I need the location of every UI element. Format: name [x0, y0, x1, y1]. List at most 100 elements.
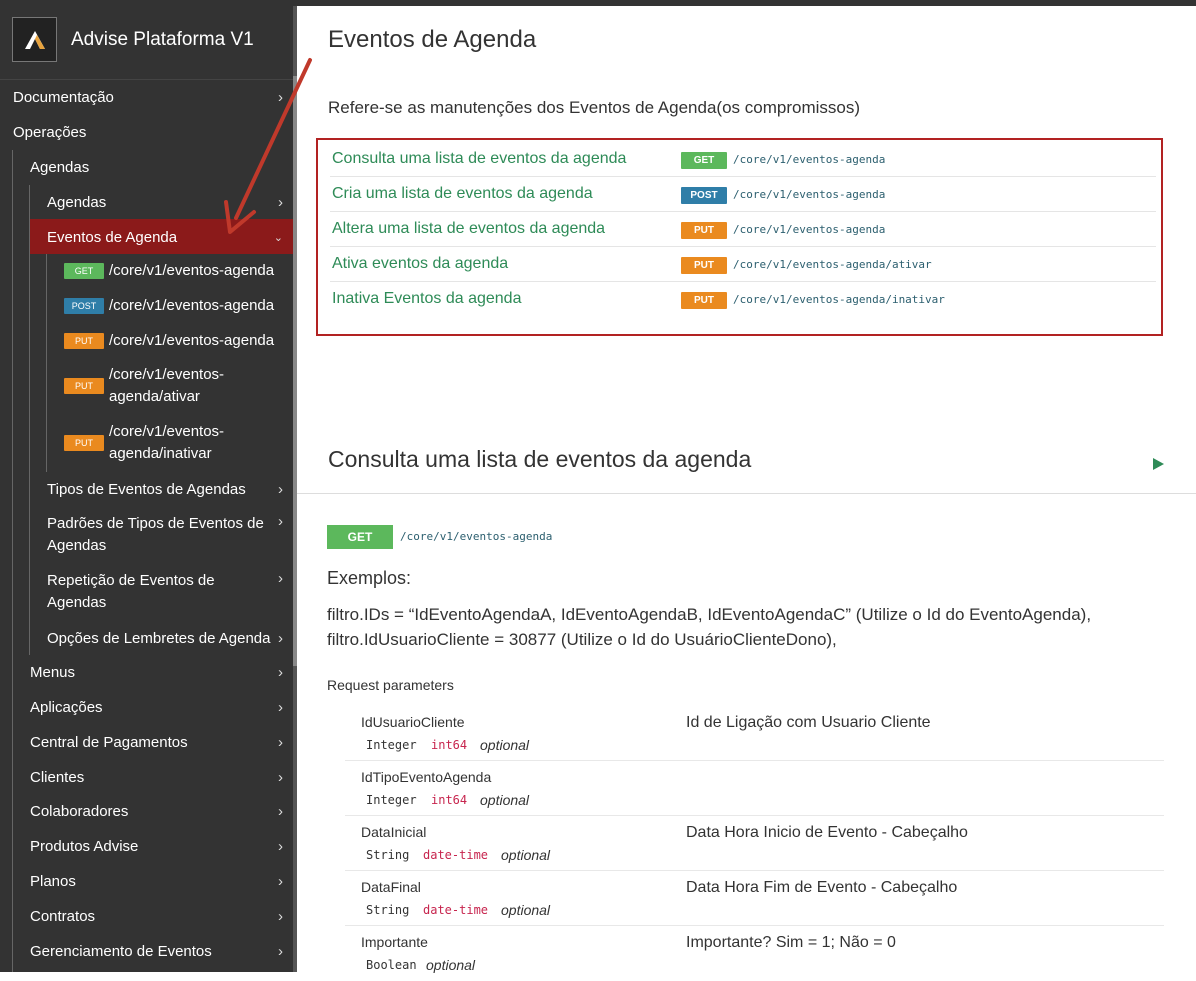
endpoint-path: /core/v1/eventos-agenda/inativar: [733, 293, 945, 306]
sidebar-item-produtos-advise[interactable]: Produtos Advise ›: [30, 835, 293, 857]
chevron-right-icon: ›: [278, 907, 283, 925]
sidebar-item-central-pagamentos[interactable]: Central de Pagamentos ›: [30, 731, 293, 753]
param-name: Importante: [361, 934, 428, 950]
param-name: DataInicial: [361, 824, 427, 840]
sidebar-item-label: Central de Pagamentos: [30, 733, 188, 751]
endpoint-path: /core/v1/eventos-agenda: [733, 153, 886, 166]
endpoint-link[interactable]: Inativa Eventos da agenda: [332, 290, 521, 308]
param-description: Id de Ligação com Usuario Cliente: [686, 714, 931, 731]
method-badge: PUT: [681, 292, 727, 309]
param-type: String: [366, 903, 410, 917]
chevron-right-icon: ›: [278, 733, 283, 751]
param-row: Importante Boolean optional Importante? …: [345, 926, 1164, 981]
endpoint-path: /core/v1/eventos-agenda/inativar: [109, 423, 225, 462]
endpoint-row[interactable]: Consulta uma lista de eventos da agenda …: [330, 142, 1156, 177]
chevron-right-icon: ›: [278, 663, 283, 681]
sidebar-item-repeticao[interactable]: Repetição de Eventos de Agendas ›: [47, 570, 293, 614]
endpoint-row[interactable]: Altera uma lista de eventos da agenda PU…: [330, 212, 1156, 247]
param-row: IdTipoEventoAgenda Integer int64 optiona…: [345, 761, 1164, 816]
tree-line: [12, 150, 13, 972]
example-line: filtro.IdUsuarioCliente = 30877 (Utilize…: [327, 630, 837, 649]
endpoint-link[interactable]: Ativa eventos da agenda: [332, 255, 508, 273]
examples-text: filtro.IDs = “IdEventoAgendaA, IdEventoA…: [327, 602, 1187, 652]
endpoint-link[interactable]: Cria uma lista de eventos da agenda: [332, 185, 593, 203]
sidebar-item-clientes[interactable]: Clientes ›: [30, 766, 293, 788]
sidebar-item-aplicacoes[interactable]: Aplicações ›: [30, 696, 293, 718]
param-description: Data Hora Inicio de Evento - Cabeçalho: [686, 824, 968, 841]
sidebar-item-documentacao[interactable]: Documentação ›: [13, 86, 293, 108]
sidebar-item-label: Opções de Lembretes de Agenda: [47, 629, 271, 647]
endpoint-path: /core/v1/eventos-agenda: [109, 332, 275, 349]
sidebar-item-label: Colaboradores: [30, 802, 129, 820]
sidebar-item-planos[interactable]: Planos ›: [30, 870, 293, 892]
sidebar-item-label: Documentação: [13, 88, 114, 106]
sidebar-item-padroes-tipos[interactable]: Padrões de Tipos de Eventos de Agendas ›: [47, 513, 293, 557]
endpoint-link[interactable]: Altera uma lista de eventos da agenda: [332, 220, 605, 238]
sidebar-item-opcoes-lembretes[interactable]: Opções de Lembretes de Agenda ›: [47, 627, 293, 649]
tree-line: [29, 185, 30, 655]
sidebar-item-menus[interactable]: Menus ›: [30, 661, 293, 683]
method-badge: POST: [64, 298, 104, 314]
param-row: DataInicial String date-time optional Da…: [345, 816, 1164, 871]
play-icon[interactable]: [1153, 458, 1164, 470]
sidebar-item-agendas[interactable]: Agendas ›: [47, 191, 293, 213]
method-badge: GET: [64, 263, 104, 279]
endpoint-path: /core/v1/eventos-agenda: [733, 188, 886, 201]
method-badge: POST: [681, 187, 727, 204]
param-description: Importante? Sim = 1; Não = 0: [686, 934, 896, 951]
param-optional: optional: [480, 737, 530, 753]
app-title: Advise Plataforma V1: [71, 28, 254, 50]
section-title: Consulta uma lista de eventos da agenda: [328, 446, 752, 472]
sidebar-item-label: Agendas: [47, 193, 107, 211]
method-badge: PUT: [681, 222, 727, 239]
param-optional: optional: [480, 792, 530, 808]
param-optional: optional: [501, 902, 551, 918]
endpoint-row[interactable]: Cria uma lista de eventos da agenda POST…: [330, 177, 1156, 212]
chevron-right-icon: ›: [278, 88, 283, 106]
param-type: Integer: [366, 738, 417, 752]
advise-logo-icon: [12, 17, 57, 62]
endpoint-path: /core/v1/eventos-agenda/ativar: [109, 366, 225, 405]
sidebar-item-label: Tipos de Eventos de Agendas: [47, 480, 246, 498]
page-description: Refere-se as manutenções dos Eventos de …: [328, 98, 860, 117]
sidebar-item-label: Produtos Advise: [30, 837, 139, 855]
sidebar-item-gerenciamento-eventos[interactable]: Gerenciamento de Eventos ›: [30, 940, 293, 962]
endpoint-path: /core/v1/eventos-agenda: [109, 297, 275, 314]
param-type: Integer: [366, 793, 417, 807]
chevron-right-icon: ›: [278, 193, 283, 211]
sidebar-item-contratos[interactable]: Contratos ›: [30, 905, 293, 927]
page-title: Eventos de Agenda: [328, 26, 537, 53]
param-format: int64: [431, 738, 468, 752]
method-badge: PUT: [64, 333, 104, 349]
sidebar-item-operacoes[interactable]: Operações: [13, 121, 293, 143]
method-badge: PUT: [64, 435, 104, 451]
endpoint-path: /core/v1/eventos-agenda/ativar: [733, 258, 932, 271]
sidebar-item-label: Planos: [30, 872, 76, 890]
sidebar-item-label: Aplicações: [30, 698, 103, 716]
sidebar-item-label: Contratos: [30, 907, 96, 925]
method-badge-get: GET: [327, 525, 393, 549]
endpoint-link[interactable]: Consulta uma lista de eventos da agenda: [332, 150, 626, 168]
endpoint-row[interactable]: Ativa eventos da agenda PUT /core/v1/eve…: [330, 247, 1156, 282]
param-type: Boolean: [366, 958, 417, 972]
sidebar-item-agendas-group[interactable]: Agendas: [30, 156, 293, 178]
sidebar-item-label: Gerenciamento de Eventos: [30, 942, 212, 960]
sidebar-item-colaboradores[interactable]: Colaboradores ›: [30, 800, 293, 822]
chevron-right-icon: ›: [278, 629, 283, 647]
examples-label: Exemplos:: [327, 568, 412, 588]
sidebar-item-eventos-de-agenda[interactable]: Eventos de Agenda ⌄: [47, 226, 293, 248]
endpoint-path: /core/v1/eventos-agenda: [400, 530, 553, 543]
endpoint-path: /core/v1/eventos-agenda: [109, 262, 275, 279]
method-badge: GET: [681, 152, 727, 169]
chevron-right-icon: ›: [278, 480, 283, 498]
brand[interactable]: Advise Plataforma V1: [0, 0, 297, 80]
sidebar-item-label: Padrões de Tipos de Eventos de Agendas: [47, 515, 264, 554]
chevron-down-icon: ⌄: [273, 231, 283, 244]
tree-line: [46, 254, 47, 472]
endpoint-row[interactable]: Inativa Eventos da agenda PUT /core/v1/e…: [330, 282, 1156, 317]
endpoint-path: /core/v1/eventos-agenda: [733, 223, 886, 236]
sidebar-item-tipos-eventos[interactable]: Tipos de Eventos de Agendas ›: [47, 478, 293, 500]
endpoint-list: Consulta uma lista de eventos da agenda …: [316, 138, 1163, 336]
param-optional: optional: [426, 957, 476, 973]
param-row: IdUsuarioCliente Integer int64 optional …: [345, 706, 1164, 761]
